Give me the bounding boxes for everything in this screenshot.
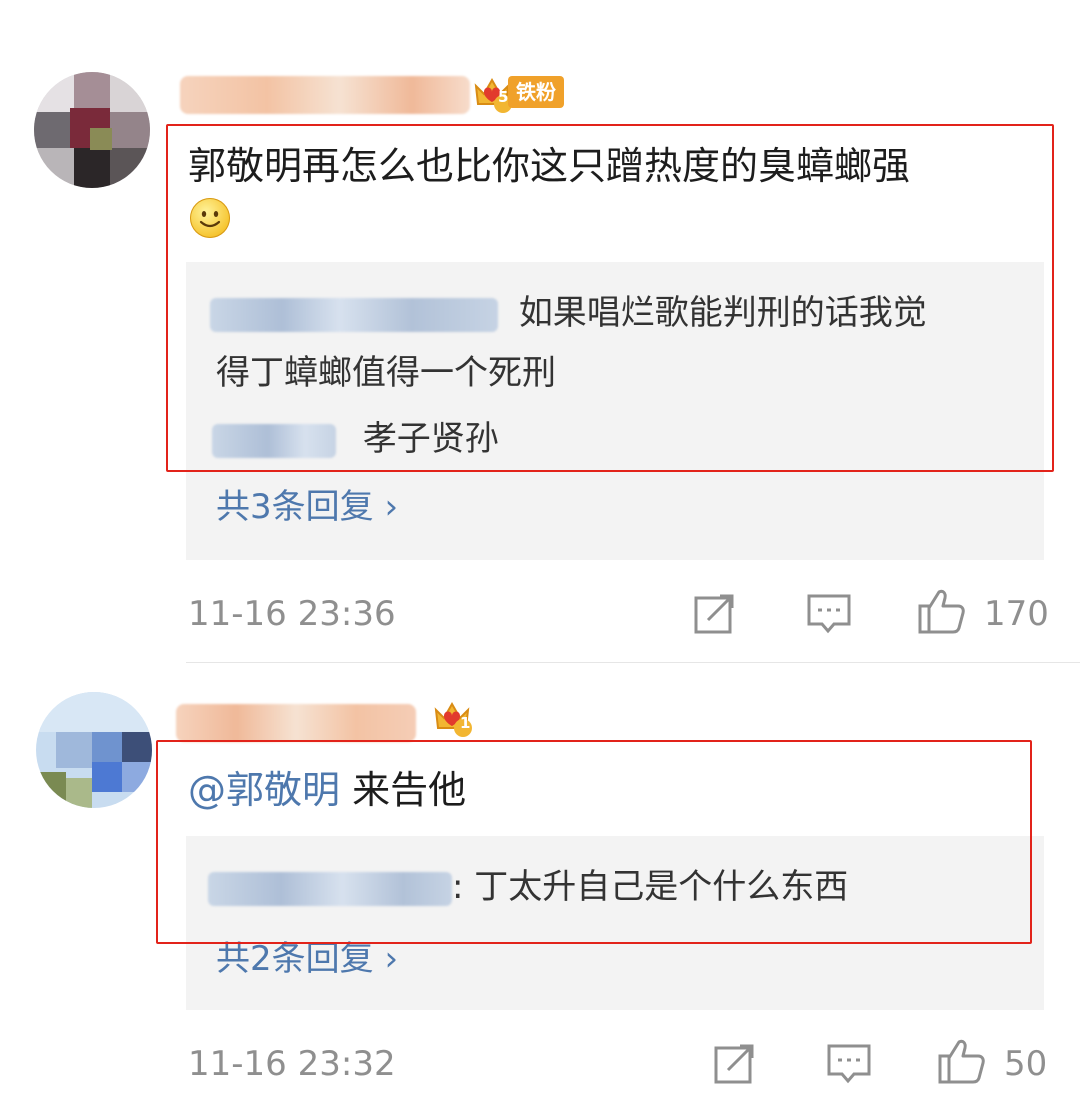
previous-item-fragment: … [890, 0, 922, 10]
share-icon[interactable] [712, 1040, 758, 1086]
comment-timestamp: 11-16 23:32 [188, 1044, 396, 1084]
comment-timestamp: 11-16 23:36 [188, 594, 396, 634]
thumbs-up-icon[interactable] [936, 1036, 986, 1086]
comment-icon[interactable] [806, 590, 852, 636]
fan-level: 5 [498, 88, 509, 106]
fan-level: 1 [460, 714, 471, 732]
comment-divider [186, 662, 1080, 663]
avatar[interactable] [36, 692, 152, 808]
avatar[interactable] [34, 72, 150, 188]
share-icon[interactable] [692, 590, 738, 636]
thumbs-up-icon[interactable] [916, 586, 966, 636]
comment-icon[interactable] [826, 1040, 872, 1086]
fan-badge: 铁粉 [508, 76, 564, 108]
highlight-box [166, 124, 1054, 472]
like-count: 170 [984, 594, 1049, 634]
username-pixelated[interactable] [176, 704, 416, 742]
like-count: 50 [1004, 1044, 1048, 1084]
view-all-replies-link[interactable]: 共3条回复 › [216, 484, 398, 530]
highlight-box [156, 740, 1032, 944]
username-pixelated[interactable] [180, 76, 470, 114]
